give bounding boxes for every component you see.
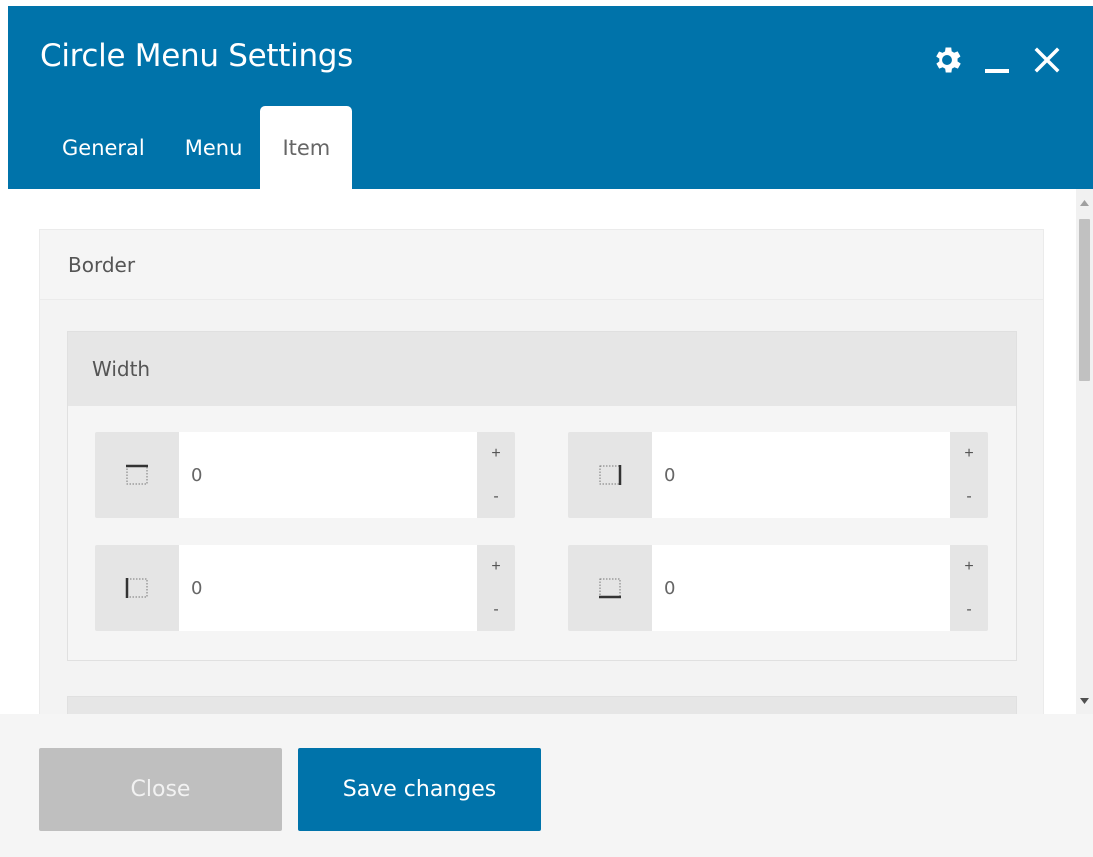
close-icon[interactable] xyxy=(1029,42,1065,78)
border-left-stepper: + - xyxy=(477,545,515,631)
decrement-button[interactable]: - xyxy=(950,475,988,518)
border-bottom-input[interactable] xyxy=(652,545,950,631)
tab-menu[interactable]: Menu xyxy=(167,106,261,189)
scroll-up-arrow-icon[interactable] xyxy=(1076,194,1093,211)
settings-content: Border Width + - xyxy=(8,189,1075,714)
window-controls xyxy=(929,42,1065,78)
width-panel: Width + - xyxy=(67,331,1017,661)
tab-general[interactable]: General xyxy=(44,106,167,189)
scrollbar-thumb[interactable] xyxy=(1079,219,1090,381)
border-left-input[interactable] xyxy=(179,545,477,631)
dialog-footer: Close Save changes xyxy=(0,714,1093,857)
close-button[interactable]: Close xyxy=(39,748,282,831)
border-top-icon xyxy=(95,432,179,518)
border-bottom-field: + - xyxy=(568,545,988,631)
border-bottom-icon xyxy=(568,545,652,631)
increment-button[interactable]: + xyxy=(950,545,988,588)
tab-item[interactable]: Item xyxy=(260,106,353,189)
border-right-input[interactable] xyxy=(652,432,950,518)
tab-bar: General Menu Item xyxy=(44,106,353,189)
border-section-header[interactable]: Border xyxy=(40,230,1043,300)
border-top-input[interactable] xyxy=(179,432,477,518)
border-top-stepper: + - xyxy=(477,432,515,518)
border-right-icon xyxy=(568,432,652,518)
increment-button[interactable]: + xyxy=(950,432,988,475)
border-right-field: + - xyxy=(568,432,988,518)
dialog-header: Circle Menu Settings General Menu Item xyxy=(8,6,1093,189)
dialog-title: Circle Menu Settings xyxy=(40,38,354,74)
border-section: Border Width + - xyxy=(39,229,1044,714)
next-panel-header[interactable] xyxy=(67,696,1017,714)
decrement-button[interactable]: - xyxy=(950,588,988,631)
border-right-stepper: + - xyxy=(950,432,988,518)
vertical-scrollbar[interactable] xyxy=(1076,189,1093,714)
border-left-field: + - xyxy=(95,545,515,631)
save-changes-button[interactable]: Save changes xyxy=(298,748,541,831)
increment-button[interactable]: + xyxy=(477,545,515,588)
decrement-button[interactable]: - xyxy=(477,588,515,631)
border-left-icon xyxy=(95,545,179,631)
border-top-field: + - xyxy=(95,432,515,518)
increment-button[interactable]: + xyxy=(477,432,515,475)
border-bottom-stepper: + - xyxy=(950,545,988,631)
gear-icon[interactable] xyxy=(929,42,965,78)
minimize-icon[interactable] xyxy=(979,42,1015,78)
width-panel-header[interactable]: Width xyxy=(68,332,1016,406)
scroll-down-arrow-icon[interactable] xyxy=(1076,692,1093,709)
decrement-button[interactable]: - xyxy=(477,475,515,518)
